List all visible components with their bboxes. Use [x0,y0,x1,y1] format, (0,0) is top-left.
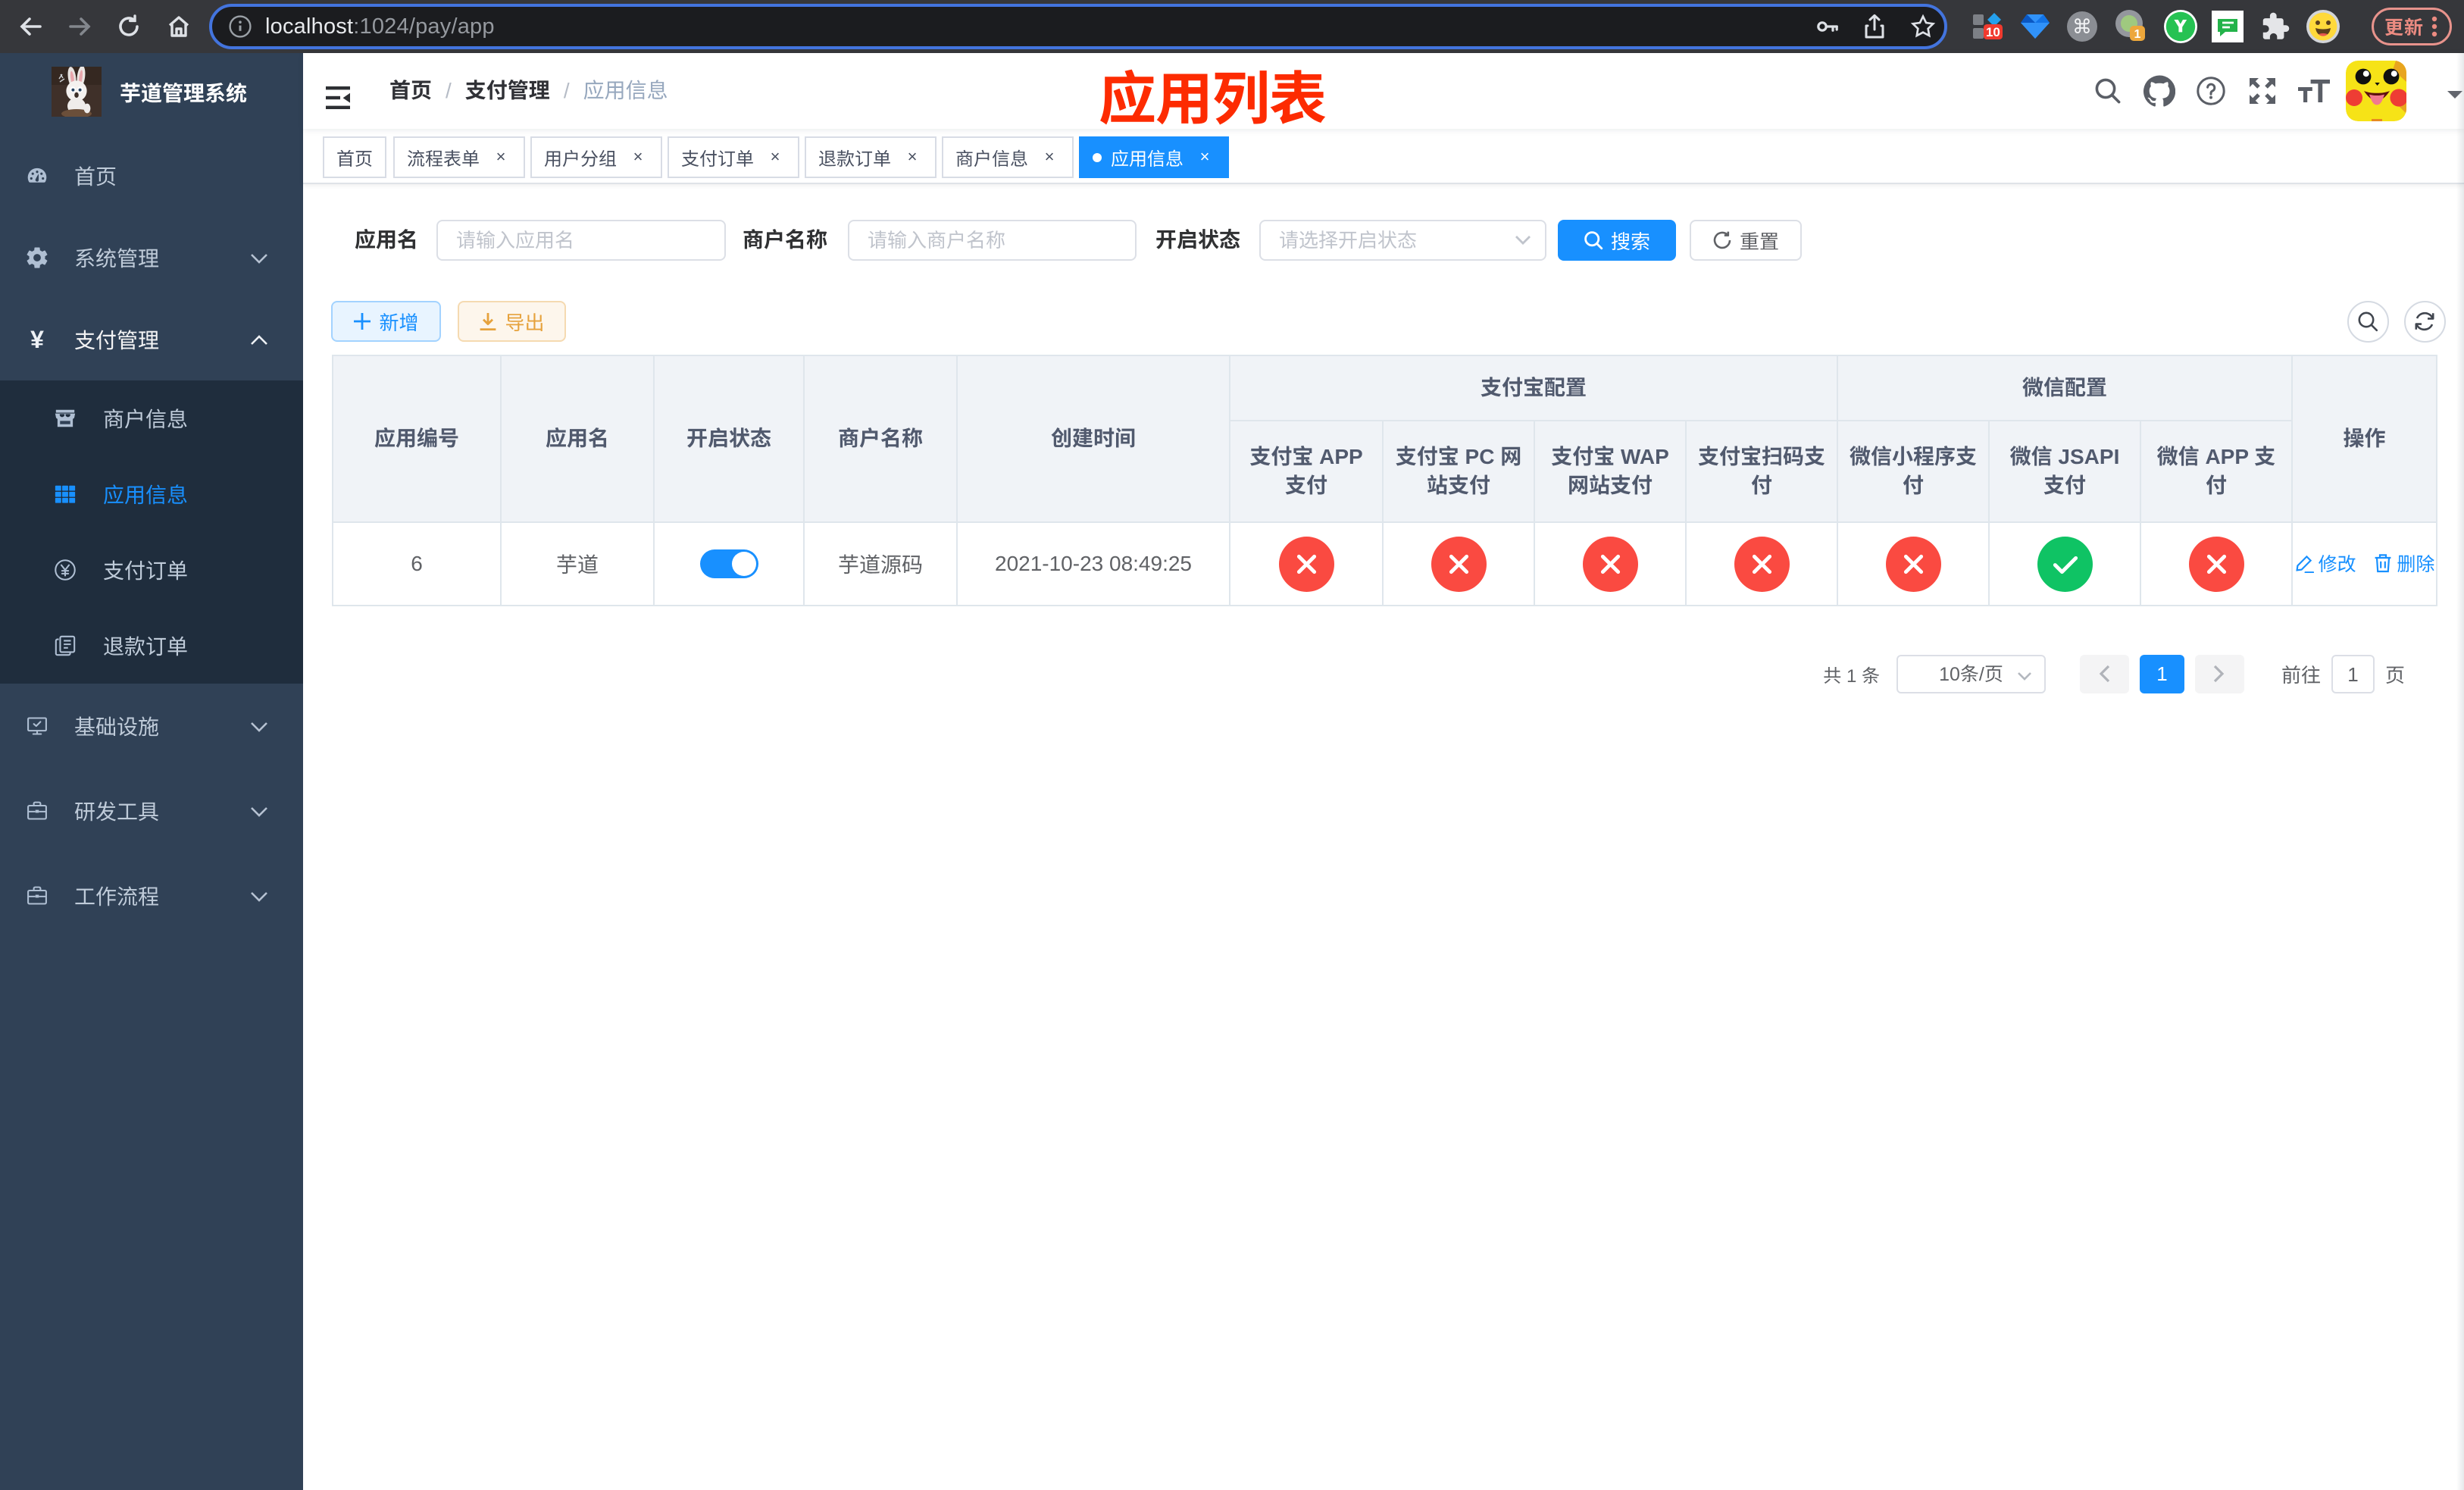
svg-text:10: 10 [1986,25,2000,39]
svg-text:1: 1 [2134,28,2141,41]
svg-text:⌘: ⌘ [2072,15,2092,38]
